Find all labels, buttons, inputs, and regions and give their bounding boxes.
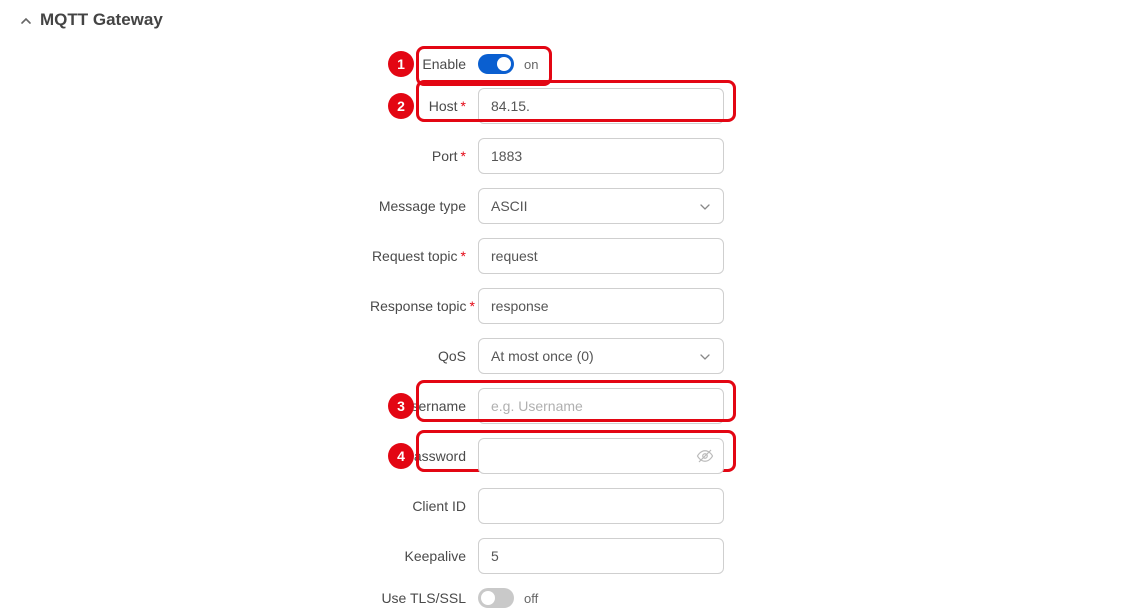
label-message-type: Message type xyxy=(370,198,478,214)
row-keepalive: Keepalive xyxy=(370,538,1110,574)
callout-badge-1: 1 xyxy=(388,51,414,77)
required-star: * xyxy=(470,298,475,314)
required-star: * xyxy=(461,98,466,114)
label-client-id: Client ID xyxy=(370,498,478,514)
client-id-input[interactable] xyxy=(478,488,724,524)
response-topic-input[interactable] xyxy=(478,288,724,324)
eye-off-icon[interactable] xyxy=(696,447,714,465)
row-port: Port* xyxy=(370,138,1110,174)
qos-value: At most once (0) xyxy=(491,348,594,364)
form-area: 1 Enable on 2 Host* Port* Message type A… xyxy=(20,54,1110,608)
label-keepalive: Keepalive xyxy=(370,548,478,564)
request-topic-input[interactable] xyxy=(478,238,724,274)
label-host: Host* xyxy=(370,98,478,114)
row-response-topic: Response topic* xyxy=(370,288,1110,324)
password-input[interactable] xyxy=(478,438,724,474)
message-type-value: ASCII xyxy=(491,198,528,214)
keepalive-input[interactable] xyxy=(478,538,724,574)
label-enable: Enable xyxy=(370,56,478,72)
label-qos: QoS xyxy=(370,348,478,364)
tls-toggle[interactable] xyxy=(478,588,514,608)
tls-status: off xyxy=(524,591,538,606)
required-star: * xyxy=(461,148,466,164)
section-title: MQTT Gateway xyxy=(40,10,163,30)
chevron-down-icon xyxy=(699,200,711,212)
label-response-topic: Response topic* xyxy=(370,298,478,314)
callout-badge-3: 3 xyxy=(388,393,414,419)
chevron-up-icon xyxy=(20,14,32,26)
row-tls: Use TLS/SSL off xyxy=(370,588,1110,608)
label-tls: Use TLS/SSL xyxy=(370,590,478,606)
row-password: 4 Password xyxy=(370,438,1110,474)
row-client-id: Client ID xyxy=(370,488,1110,524)
callout-badge-2: 2 xyxy=(388,93,414,119)
required-star: * xyxy=(461,248,466,264)
label-username: Username xyxy=(370,398,478,414)
row-request-topic: Request topic* xyxy=(370,238,1110,274)
row-enable: 1 Enable on xyxy=(370,54,1110,74)
enable-toggle[interactable] xyxy=(478,54,514,74)
row-qos: QoS At most once (0) xyxy=(370,338,1110,374)
label-request-topic: Request topic* xyxy=(370,248,478,264)
username-input[interactable] xyxy=(478,388,724,424)
port-input[interactable] xyxy=(478,138,724,174)
section-header[interactable]: MQTT Gateway xyxy=(20,10,1110,30)
callout-badge-4: 4 xyxy=(388,443,414,469)
qos-select[interactable]: At most once (0) xyxy=(478,338,724,374)
label-password: Password xyxy=(370,448,478,464)
label-port: Port* xyxy=(370,148,478,164)
row-host: 2 Host* xyxy=(370,88,1110,124)
row-username: 3 Username xyxy=(370,388,1110,424)
host-input[interactable] xyxy=(478,88,724,124)
enable-status: on xyxy=(524,57,538,72)
chevron-down-icon xyxy=(699,350,711,362)
message-type-select[interactable]: ASCII xyxy=(478,188,724,224)
row-message-type: Message type ASCII xyxy=(370,188,1110,224)
